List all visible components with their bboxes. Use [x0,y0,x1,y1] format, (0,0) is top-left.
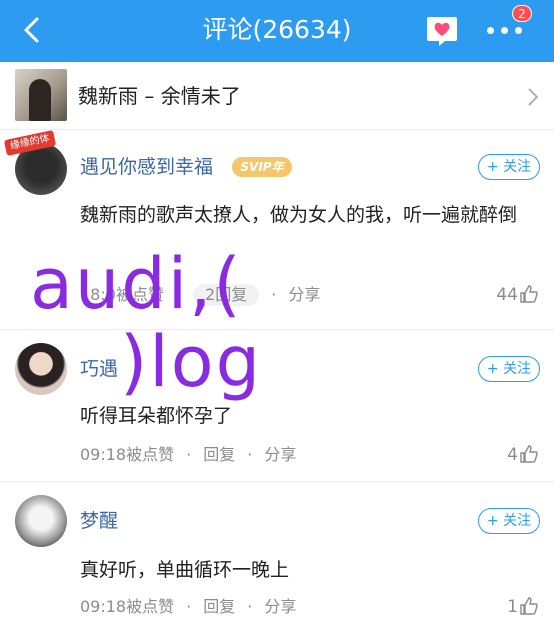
more-dots-icon [487,27,494,34]
top-bar: 评论(26634) 2 [0,0,554,62]
like-button[interactable]: 44 [496,284,538,306]
avatar[interactable] [15,495,67,547]
follow-button[interactable]: + 关注 [478,154,540,180]
song-link-row[interactable]: 魏新雨 – 余情未了 [0,62,554,130]
heart-chat-button[interactable] [425,15,459,47]
like-count: 1 [507,597,518,617]
comment-liked: 被点赞 [126,445,175,464]
comment-item: 巧遇 + 关注 听得耳朵都怀孕了 09:18被点赞 · 回复 · 分享 4 [0,330,554,482]
comment-item: 梦醒 + 关注 真好听，单曲循环一晚上 09:18被点赞 · 回复 · 分享 1 [0,482,554,635]
comment-text: 听得耳朵都怀孕了 [80,405,233,427]
comment-text: 真好听，单曲循环一晚上 [80,559,290,581]
song-title: 魏新雨 – 余情未了 [78,84,241,108]
comment-time: 18:0 [80,285,116,304]
share-button[interactable]: 分享 [264,444,296,466]
like-button[interactable]: 1 [507,596,538,618]
comment-text: 魏新雨的歌声太撩人，做为女人的我，听一遍就醉倒 [80,204,518,226]
more-button[interactable] [485,24,525,38]
follow-button[interactable]: + 关注 [478,508,540,534]
svip-badge: SVIP年 [232,157,292,177]
comment-liked: 被点赞 [115,285,164,304]
thumb-up-icon [520,285,538,303]
comment-meta: 18:0被点赞 · 2回复 · 分享 [80,284,321,306]
notification-badge: 2 [512,5,532,22]
reply-button[interactable]: 2回复 [193,284,260,306]
page-title: 评论(26634) [202,15,352,44]
reply-button[interactable]: 回复 [203,596,235,618]
share-button[interactable]: 分享 [288,284,320,306]
comment-item: 遇见你感到幸福 SVIP年 + 关注 魏新雨的歌声太撩人，做为女人的我，听一遍就… [0,130,554,330]
comment-username[interactable]: 遇见你感到幸福 [80,154,213,180]
heart-chat-icon [427,17,457,46]
comment-meta: 09:18被点赞 · 回复 · 分享 [80,444,297,466]
like-count: 44 [496,285,518,305]
share-button[interactable]: 分享 [264,596,296,618]
follow-button[interactable]: + 关注 [478,356,540,382]
thumb-up-icon [520,597,538,615]
thumb-up-icon [520,445,538,463]
comment-liked: 被点赞 [126,597,175,616]
song-cover-image [15,69,67,121]
comment-username[interactable]: 梦醒 [80,508,118,534]
chevron-right-icon [528,88,539,106]
comment-time: 09:18 [80,597,127,616]
reply-button[interactable]: 回复 [203,444,235,466]
comment-time: 09:18 [80,445,127,464]
avatar[interactable] [15,343,67,395]
like-count: 4 [507,445,518,465]
like-button[interactable]: 4 [507,444,538,466]
comment-username[interactable]: 巧遇 [80,356,118,382]
comment-meta: 09:18被点赞 · 回复 · 分享 [80,596,297,618]
